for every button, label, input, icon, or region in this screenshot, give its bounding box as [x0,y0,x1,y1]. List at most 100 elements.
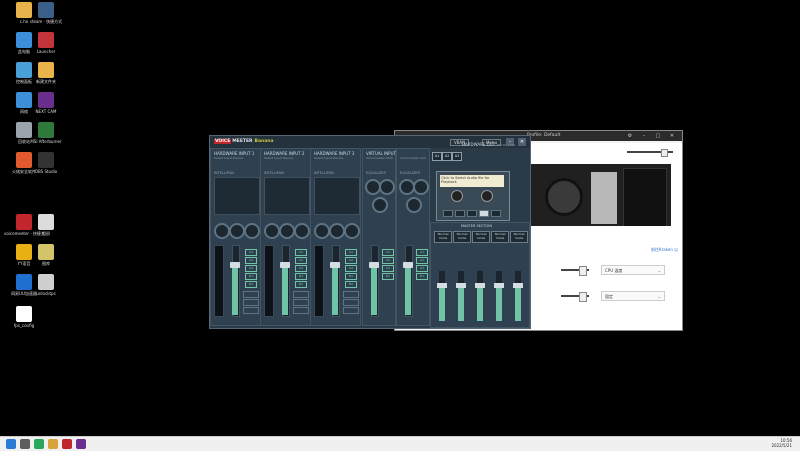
maximize-button[interactable]: □ [655,133,661,139]
bus-a3-button[interactable]: A3 [345,265,357,272]
desktop-icon[interactable]: MSI Afterburner [26,122,66,144]
strip-device[interactable]: Select Input Device [214,156,243,160]
desktop-icon[interactable]: 图库 [26,244,66,266]
bus-a3-button[interactable]: A3 [416,265,428,272]
mono-button[interactable] [343,291,359,298]
fader-knob[interactable] [230,262,240,268]
settings-icon[interactable]: ⚙ [627,133,633,139]
minimize-button[interactable]: – [641,133,647,139]
bus-b1-button[interactable]: B1 [382,273,394,280]
fader-knob[interactable] [513,283,523,288]
solo-button[interactable] [293,299,309,306]
virtual-device[interactable]: Voicemeeter AUX [400,156,426,160]
comp-knob[interactable] [314,223,330,239]
gate-knob[interactable] [344,223,360,239]
comp-knob[interactable] [264,223,280,239]
file-explorer-icon[interactable] [48,439,58,449]
bus-a2-button[interactable]: A2 [382,257,394,264]
comp-knob[interactable] [214,223,230,239]
fader-knob[interactable] [494,283,504,288]
strip-device[interactable]: Select Input Device [314,156,343,160]
fader-knob[interactable] [437,283,447,288]
bus-mode-button[interactable]: Normal mode [453,231,471,243]
fader-knob[interactable] [369,262,379,268]
strip-device[interactable]: Select Input Device [264,156,293,160]
eq-knob[interactable] [406,197,422,213]
fader-knob[interactable] [403,262,413,268]
bus-a3-button[interactable]: A3 [295,265,307,272]
eq-knob[interactable] [413,179,429,195]
gate-knob[interactable] [244,223,260,239]
desktop-icon[interactable]: Launcher [26,32,66,54]
audibility-knob[interactable] [329,223,345,239]
voicemeeter-icon[interactable] [62,439,72,449]
bus-a2-button[interactable]: A2 [416,257,428,264]
record-button[interactable] [491,210,501,217]
eq-knob[interactable] [372,197,388,213]
fader-knob[interactable] [280,262,290,268]
forward-button[interactable] [455,210,465,217]
desktop-icon[interactable]: steam · 快捷方式 [26,2,66,24]
source-dropdown[interactable]: CPU 温度 ⌄ [601,265,665,275]
search-icon[interactable] [20,439,30,449]
gate-knob[interactable] [294,223,310,239]
bus-b1-button[interactable]: B1 [416,273,428,280]
audibility-knob[interactable] [279,223,295,239]
intellipan-pad[interactable] [264,177,310,215]
bus-a3-button[interactable]: A3 [382,265,394,272]
mono-button[interactable] [243,291,259,298]
play-button[interactable] [479,210,489,217]
stop-button[interactable] [467,210,477,217]
bus-mode-button[interactable]: Normal mode [434,231,452,243]
fader-knob[interactable] [475,283,485,288]
bus-b1-button[interactable]: B1 [295,273,307,280]
bus-a1-button[interactable]: A1 [382,249,394,256]
bus-a2-button[interactable]: A2 [295,257,307,264]
desktop-icon[interactable]: unlocktps [26,274,66,296]
bus-a1-button[interactable]: A1 [416,249,428,256]
bus-b1-button[interactable]: B1 [245,273,257,280]
bus-b2-button[interactable]: B2 [295,281,307,288]
cassette-player[interactable]: Click to Select Audio file for Playback [436,171,510,221]
desktop-icon[interactable]: NEXT CAM [26,92,66,114]
desktop-icon[interactable]: 相册 [26,214,66,236]
bus-a3-button[interactable]: A3 [245,265,257,272]
bus-a1-button[interactable]: A1 [245,249,257,256]
nzxt-cam-icon[interactable] [76,439,86,449]
chat-icon[interactable] [34,439,44,449]
audibility-knob[interactable] [229,223,245,239]
slider-knob[interactable] [579,292,587,302]
intellipan-pad[interactable] [314,177,360,215]
bus-b2-button[interactable]: B2 [345,281,357,288]
clock[interactable]: 10:56 2022/5/21 [771,438,792,448]
intellipan-pad[interactable] [214,177,260,215]
a2-button[interactable]: A2 [442,152,452,161]
bus-b1-button[interactable]: B1 [345,273,357,280]
mono-button[interactable] [293,291,309,298]
a3-button[interactable]: A3 [452,152,462,161]
fader-knob[interactable] [330,262,340,268]
mute-button[interactable] [243,307,259,314]
bus-mode-button[interactable]: Normal mode [491,231,509,243]
bus-mode-button[interactable]: Normal mode [510,231,528,243]
rewind-button[interactable] [443,210,453,217]
slider-knob[interactable] [579,266,587,276]
start-icon[interactable] [6,439,16,449]
a1-button[interactable]: A1 [432,152,442,161]
desktop-icon[interactable]: OBS Studio [26,152,66,174]
top-slider[interactable] [627,149,673,157]
bus-a1-button[interactable]: A1 [295,249,307,256]
mute-button[interactable] [343,307,359,314]
bus-a1-button[interactable]: A1 [345,249,357,256]
desktop-icon[interactable]: fps_config [4,306,44,328]
fader-knob[interactable] [456,283,466,288]
bus-b2-button[interactable]: B2 [245,281,257,288]
bus-a2-button[interactable]: A2 [245,257,257,264]
close-button[interactable]: ✕ [669,133,675,139]
virtual-device[interactable]: Voicemeeter VAIO [366,156,393,160]
solo-button[interactable] [243,299,259,306]
kraken-link[interactable]: 前往Kraken 以 [651,247,678,253]
close-button[interactable]: ✕ [518,138,526,146]
mode-dropdown[interactable]: 固定 ⌄ [601,291,665,301]
eq-knob[interactable] [379,179,395,195]
